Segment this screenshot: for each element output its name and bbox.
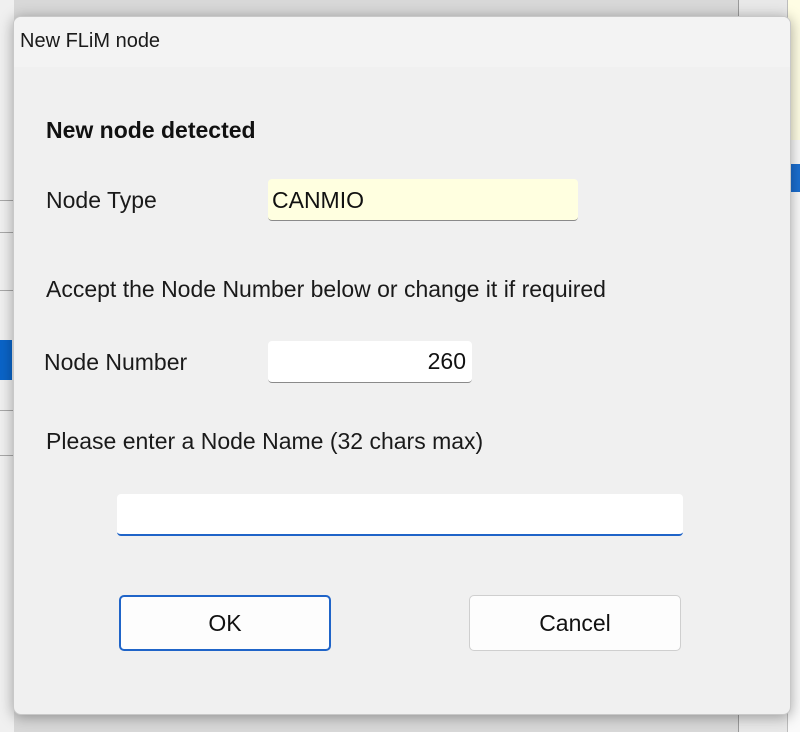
node-number-input[interactable]: [268, 341, 472, 383]
new-flim-node-dialog: New FLiM node New node detected Node Typ…: [13, 16, 791, 715]
background-selected-row: [0, 340, 12, 380]
node-number-label: Node Number: [44, 349, 188, 375]
ok-button[interactable]: OK: [119, 595, 331, 651]
dialog-heading: New node detected: [46, 117, 256, 143]
dialog-title: New FLiM node: [20, 30, 161, 52]
cancel-button[interactable]: Cancel: [469, 595, 681, 651]
dialog-titlebar[interactable]: New FLiM node: [14, 17, 790, 67]
node-type-label: Node Type: [46, 187, 157, 213]
instructions-text: Accept the Node Number below or change i…: [46, 276, 606, 302]
node-name-input[interactable]: [117, 494, 683, 536]
background-window-left: [0, 0, 14, 732]
node-name-prompt: Please enter a Node Name (32 chars max): [46, 428, 484, 454]
node-type-field: CANMIO: [268, 179, 578, 221]
